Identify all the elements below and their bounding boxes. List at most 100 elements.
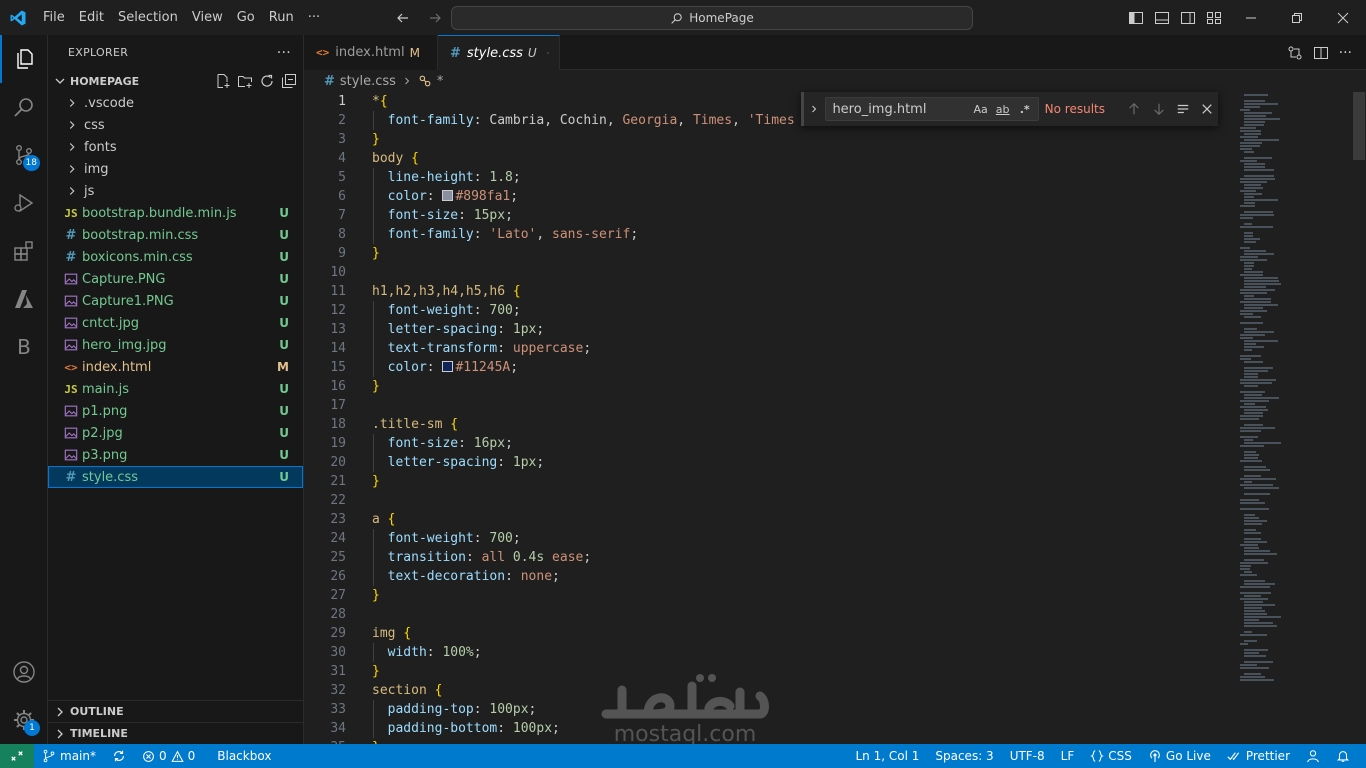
code-text: font-size: 15px; (372, 206, 513, 225)
explorer-icon[interactable] (0, 35, 48, 83)
tree-item[interactable]: img (48, 158, 303, 180)
tree-item[interactable]: cntct.jpg U (48, 312, 303, 334)
source-control-icon[interactable]: 18 (0, 131, 48, 179)
toggle-primary-sidebar-icon[interactable] (1126, 8, 1146, 28)
next-match-icon[interactable] (1148, 98, 1169, 120)
tree-item[interactable]: hero_img.jpg U (48, 334, 303, 356)
menu-item-file[interactable]: File (36, 0, 72, 35)
tree-item[interactable]: Capture.PNG U (48, 268, 303, 290)
command-center-search[interactable]: HomePage (451, 6, 973, 30)
remote-indicator-icon[interactable] (0, 744, 34, 768)
arrow-left-icon[interactable] (392, 7, 414, 29)
code-token: #898fa1 (455, 189, 511, 204)
new-file-icon[interactable] (215, 73, 231, 89)
encoding-status[interactable]: UTF-8 (1002, 744, 1053, 768)
azure-icon[interactable] (0, 275, 48, 323)
prettier-status[interactable]: Prettier (1219, 744, 1298, 768)
search-icon[interactable] (0, 83, 48, 131)
find-in-selection-icon[interactable] (1172, 98, 1193, 120)
code-text: section { (372, 681, 442, 700)
menu-item-edit[interactable]: Edit (72, 0, 111, 35)
minimap-line (1240, 358, 1251, 360)
code-editor[interactable]: 1 *{2 font-family: Cambria, Cochin, Georg… (304, 92, 1366, 744)
menu-item-more[interactable]: ··· (301, 0, 327, 35)
minimap-line (1244, 520, 1267, 522)
menu-item-selection[interactable]: Selection (111, 0, 185, 35)
feedback-icon[interactable] (1298, 744, 1328, 768)
tree-item-label: hero_img.jpg (82, 337, 167, 353)
problems-status[interactable]: 0 0 (134, 744, 203, 768)
branch-status[interactable]: main* (34, 744, 104, 768)
find-input[interactable]: hero_img.html Aa ab .* (825, 97, 1039, 121)
vertical-scrollbar[interactable] (1352, 92, 1366, 744)
tree-item[interactable]: JS bootstrap.bundle.min.js U (48, 202, 303, 224)
tree-item[interactable]: # bootstrap.min.css U (48, 224, 303, 246)
extensions-icon[interactable] (0, 227, 48, 275)
vscode-logo-icon[interactable] (0, 0, 36, 35)
breadcrumb-file[interactable]: style.css (340, 74, 396, 89)
notifications-bell-icon[interactable] (1328, 744, 1358, 768)
split-editor-icon[interactable] (1313, 45, 1329, 61)
close-icon[interactable] (547, 46, 549, 60)
more-actions-icon[interactable]: ··· (1339, 45, 1352, 61)
tree-item[interactable]: js (48, 180, 303, 202)
open-changes-icon[interactable] (1287, 45, 1303, 61)
menu-item-run[interactable]: Run (262, 0, 301, 35)
settings-badge: 1 (24, 720, 40, 736)
tree-item[interactable]: fonts (48, 136, 303, 158)
settings-gear-icon[interactable]: 1 (0, 696, 48, 744)
new-folder-icon[interactable] (237, 73, 253, 89)
color-swatch[interactable] (442, 361, 454, 372)
tree-item[interactable]: css (48, 114, 303, 136)
sync-status[interactable] (104, 744, 134, 768)
refresh-icon[interactable] (259, 73, 275, 89)
tree-item[interactable]: p2.jpg U (48, 422, 303, 444)
code-token: ; (512, 531, 521, 546)
breadcrumb-symbol[interactable]: * (437, 74, 444, 89)
tab-index-html[interactable]: <> index.html M (304, 35, 438, 70)
tree-item[interactable]: .vscode (48, 92, 303, 114)
menu-item-view[interactable]: View (185, 0, 230, 35)
indentation-status[interactable]: Spaces: 3 (927, 744, 1001, 768)
tree-item[interactable]: p3.png U (48, 444, 303, 466)
match-case-toggle[interactable]: Aa (972, 100, 990, 118)
tab-style-css[interactable]: # style.css U (438, 35, 560, 70)
timeline-section[interactable]: TIMELINE (48, 722, 304, 744)
tree-item[interactable]: JS main.js U (48, 378, 303, 400)
close-window-icon[interactable] (1320, 0, 1366, 35)
menu-item-go[interactable]: Go (230, 0, 262, 35)
previous-match-icon[interactable] (1123, 98, 1144, 120)
customize-layout-icon[interactable] (1204, 8, 1224, 28)
toggle-secondary-sidebar-icon[interactable] (1178, 8, 1198, 28)
minimize-icon[interactable] (1228, 0, 1274, 35)
close-find-icon[interactable] (1197, 98, 1218, 120)
color-swatch[interactable] (442, 190, 454, 201)
folder-header[interactable]: HOMEPAGE (48, 70, 303, 92)
minimap[interactable] (1238, 92, 1350, 744)
language-mode[interactable]: CSS (1082, 744, 1140, 768)
toggle-replace-icon[interactable] (804, 92, 823, 126)
tree-item-label: .vscode (84, 95, 134, 111)
restore-icon[interactable] (1274, 0, 1320, 35)
tree-item[interactable]: # style.css U (48, 466, 303, 488)
match-whole-word-toggle[interactable]: ab (994, 100, 1012, 118)
account-icon[interactable] (0, 648, 48, 696)
cursor-position[interactable]: Ln 1, Col 1 (848, 744, 928, 768)
eol-status[interactable]: LF (1053, 744, 1083, 768)
use-regex-toggle[interactable]: .* (1016, 100, 1034, 118)
tree-item[interactable]: # boxicons.min.css U (48, 246, 303, 268)
tree-item[interactable]: <> index.html M (48, 356, 303, 378)
tree-item[interactable]: p1.png U (48, 400, 303, 422)
explorer-more-actions[interactable]: ··· (277, 45, 291, 61)
toggle-panel-icon[interactable] (1152, 8, 1172, 28)
blackbox-icon[interactable]: B (0, 323, 48, 371)
tree-item[interactable]: Capture1.PNG U (48, 290, 303, 312)
explorer-header: EXPLORER ··· (48, 35, 303, 70)
arrow-right-icon[interactable] (424, 7, 446, 29)
blackbox-status[interactable]: Blackbox (209, 744, 279, 768)
outline-section[interactable]: OUTLINE (48, 700, 304, 722)
collapse-all-icon[interactable] (281, 73, 297, 89)
scrollbar-thumb[interactable] (1353, 92, 1365, 160)
run-debug-icon[interactable] (0, 179, 48, 227)
go-live-button[interactable]: Go Live (1140, 744, 1219, 768)
